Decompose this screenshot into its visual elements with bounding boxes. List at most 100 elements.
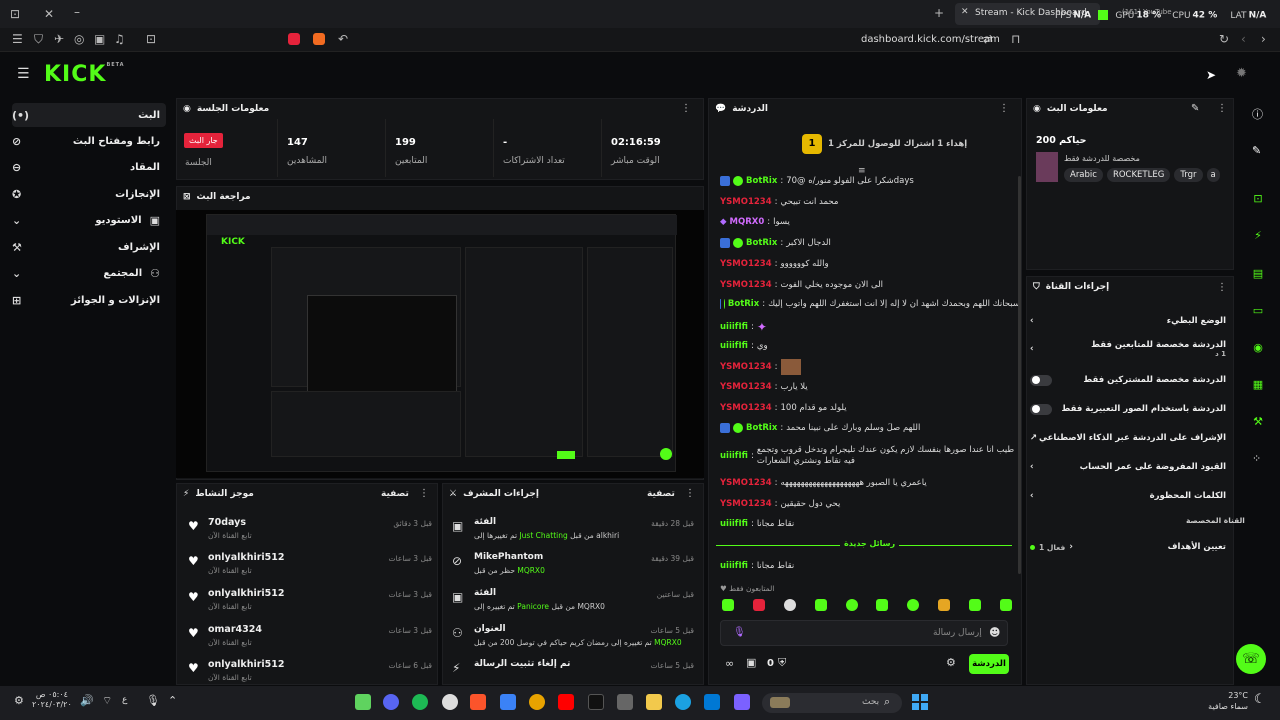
start-button[interactable] <box>912 694 928 710</box>
chat-user[interactable]: uiiifIfi <box>720 451 748 462</box>
weather-widget[interactable]: 23°C سماء صافية <box>1204 690 1248 712</box>
help-support-button[interactable]: ☏ <box>1236 644 1266 674</box>
edge-icon[interactable] <box>675 694 691 710</box>
more-options-icon[interactable]: ⋮ <box>685 488 695 499</box>
action-emotes-only[interactable]: الدردشة باستخدام الصور التعبيرية فقط <box>1030 400 1226 418</box>
tag-chip[interactable]: ROCKETLEG <box>1106 168 1171 182</box>
chat-scrollbar[interactable] <box>1018 176 1021 574</box>
action-subscribers-only[interactable]: الدردشة مخصصة للمشتركين فقط <box>1030 371 1226 389</box>
pencil-icon[interactable]: ✎ <box>1252 144 1261 157</box>
sidebar-item-achievements[interactable]: الإنجازات ✪ <box>12 182 166 206</box>
tray-chevron-icon[interactable]: ⌃ <box>168 694 177 707</box>
sidebar-item-stream-key[interactable]: رابط ومفتاح البث ⊘ <box>12 129 166 153</box>
action-ai-moderation[interactable]: الإشراف على الدردشة عبر الذكاء الاصطناعي… <box>1030 429 1226 447</box>
document-icon[interactable]: ▤ <box>1248 264 1268 284</box>
chat-user[interactable]: MQRX0 <box>730 217 765 227</box>
more-options-icon[interactable]: ⋮ <box>681 103 691 114</box>
sidebar-item-community[interactable]: ⚇ المجتمع ⌄ <box>12 261 166 285</box>
sidebar-item-payouts[interactable]: المقاد ⊖ <box>12 155 166 179</box>
taskbar-search[interactable]: بحث ⌕ <box>762 693 902 713</box>
camera-icon[interactable]: ◎ <box>74 32 84 46</box>
menu-icon[interactable]: ☰ <box>12 32 23 46</box>
chat-user[interactable]: BotRix <box>746 423 777 433</box>
emote-icon[interactable] <box>752 599 765 611</box>
window-icon[interactable]: ⊡ <box>10 7 20 21</box>
reload-icon[interactable]: ↻ <box>1219 32 1229 46</box>
more-options-icon[interactable]: ⋮ <box>999 103 1009 114</box>
toggle-switch[interactable] <box>1030 403 1052 415</box>
chrome-icon[interactable] <box>529 694 545 710</box>
action-followers-only[interactable]: الدردشة مخصصة للمتابعين فقط 1 د › <box>1030 340 1226 358</box>
chat-user[interactable]: uiiifIfi <box>720 519 748 529</box>
screenshot-icon[interactable]: ⊡ <box>146 32 156 46</box>
chat-send-button[interactable]: الدردشة <box>969 654 1009 674</box>
emote-icon[interactable] <box>783 599 796 611</box>
obs-icon[interactable] <box>442 694 458 710</box>
action-banned-words[interactable]: الكلمات المحظورة › <box>1030 487 1226 505</box>
sidebar-item-moderation[interactable]: الإشراف ⚒ <box>12 235 166 259</box>
volume-icon[interactable]: 🔊 <box>80 694 94 707</box>
more-options-icon[interactable]: ⋮ <box>419 488 429 499</box>
action-slow-mode[interactable]: الوضع البطيء › <box>1030 312 1226 330</box>
emoji-icon[interactable]: ☻ <box>989 626 1000 639</box>
chat-user[interactable]: BotRix <box>728 299 759 309</box>
emote-icon[interactable] <box>722 599 734 611</box>
chat-input[interactable]: 🎙 إرسال رسالة ☻ <box>720 620 1008 646</box>
extension-icon[interactable] <box>288 33 300 45</box>
kick-logo[interactable]: KICKBETA <box>44 62 125 87</box>
nav-back-icon[interactable]: ‹ <box>1241 32 1246 46</box>
mod-action-name[interactable]: MikePhantom <box>474 552 543 562</box>
activity-name[interactable]: onlyalkhiri512 <box>208 588 285 599</box>
chat-user[interactable]: YSMO1234 <box>720 403 772 413</box>
discord-icon[interactable] <box>383 694 399 710</box>
tools-icon[interactable]: ✈ <box>54 32 64 46</box>
sidebar-item-stream[interactable]: البث (•) <box>12 103 166 127</box>
user-avatar-icon[interactable]: ✹ <box>1236 66 1247 81</box>
brave-shield-icon[interactable] <box>313 33 325 45</box>
chat-user[interactable]: uiiifIfi <box>720 322 748 332</box>
shield-icon[interactable]: ⛉ <box>34 32 43 47</box>
screen-capture-icon[interactable]: ⊡ <box>1248 189 1268 209</box>
collapse-icon[interactable]: ≡ <box>858 166 866 176</box>
action-account-age[interactable]: القيود المفروضة على عمر الحساب › <box>1030 458 1226 476</box>
filter-button[interactable]: تصفية <box>647 489 675 499</box>
close-tab-icon[interactable]: ✕ <box>961 7 969 17</box>
activity-name[interactable]: onlyalkhiri512 <box>208 552 285 563</box>
sidebar-item-studio[interactable]: ▣ الاستوديو ⌄ <box>12 208 166 232</box>
stream-category[interactable]: مخصصة للدردشة فقط <box>1064 154 1140 163</box>
mic-tray-icon[interactable]: 🎙 <box>146 694 160 707</box>
apps-icon[interactable]: ⁘ <box>1252 452 1261 465</box>
sidebar-item-drops[interactable]: الإنزالات و الجوائز ⊞ <box>12 288 166 312</box>
mic-icon[interactable]: 🎙 <box>733 627 746 638</box>
broadcast-icon[interactable]: ◉ <box>1248 338 1268 358</box>
file-explorer-icon[interactable] <box>646 694 662 710</box>
chat-user[interactable]: YSMO1234 <box>720 382 772 392</box>
emote-icon[interactable] <box>969 599 981 611</box>
chat-user[interactable]: YSMO1234 <box>720 478 772 488</box>
emote-icon[interactable] <box>814 599 827 611</box>
music-icon[interactable]: ♫ <box>114 32 125 46</box>
activity-name[interactable]: omar4324 <box>208 624 262 635</box>
new-tab-icon[interactable]: + <box>934 6 944 20</box>
close-window-icon[interactable]: ✕ <box>44 7 54 21</box>
chat-user[interactable]: BotRix <box>746 176 777 186</box>
filter-button[interactable]: تصفية <box>381 489 409 499</box>
settings-gear-icon[interactable]: ⚙ <box>946 656 956 669</box>
more-options-icon[interactable]: ⋮ <box>1217 282 1227 293</box>
chat-user[interactable]: uiiifIfi <box>720 341 748 351</box>
infinity-icon[interactable]: ∞ <box>725 657 734 670</box>
stream-preview-video[interactable]: KICK <box>176 210 704 478</box>
mail-icon[interactable] <box>704 694 720 710</box>
tag-chip[interactable]: Trgr <box>1174 168 1203 182</box>
chat-user[interactable]: YSMO1234 <box>720 197 772 207</box>
chat-bubble-icon[interactable]: ▭ <box>1248 301 1268 321</box>
more-options-icon[interactable]: ⋮ <box>1217 103 1227 114</box>
chat-user[interactable]: uiiifIfi <box>720 561 748 571</box>
toggle-switch[interactable] <box>1030 374 1052 386</box>
taskbar-clock[interactable]: ٠٥:٠٤ ص ٢٠٢٤/٠٣/٢٠ <box>32 690 72 710</box>
hamburger-icon[interactable]: ☰ <box>17 66 30 82</box>
save-icon[interactable]: ▣ <box>746 656 756 669</box>
wrench-icon[interactable]: ⚒ <box>1248 412 1268 432</box>
tray-settings-icon[interactable]: ⚙ <box>14 694 24 707</box>
taskbar-app-icon[interactable] <box>355 694 371 710</box>
